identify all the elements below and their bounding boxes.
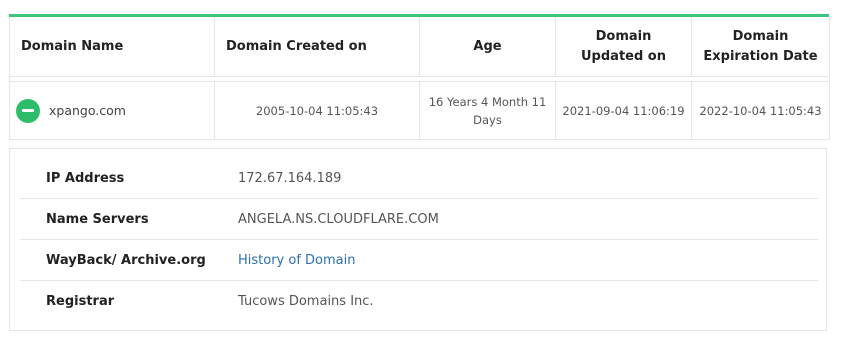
cell-expires: 2022-10-04 11:05:43 [691,81,830,140]
header-created-on: Domain Created on [214,17,420,77]
table-header-row: Domain Name Domain Created on Age Domain… [9,17,830,77]
cell-domain-name: xpango.com [9,81,215,140]
domain-name-text: xpango.com [49,102,126,118]
header-updated-on-line2: Updated on [581,48,666,64]
header-expiration-line1: Domain [732,28,789,44]
detail-value: ANGELA.NS.CLOUDFLARE.COM [238,211,439,227]
minus-circle-icon[interactable] [16,98,40,123]
header-expiration-line2: Expiration Date [703,48,818,64]
cell-created: 2005-10-04 11:05:43 [214,81,420,140]
domain-table: Domain Name Domain Created on Age Domain… [9,17,830,140]
history-of-domain-link[interactable]: History of Domain [238,253,356,268]
domain-details-panel: IP Address 172.67.164.189 Name Servers A… [9,148,827,331]
detail-row-wayback: WayBack/ Archive.org History of Domain [20,240,818,281]
detail-label: IP Address [46,170,125,186]
detail-value: 172.67.164.189 [238,170,342,186]
detail-label: Name Servers [46,211,149,227]
detail-value: Tucows Domains Inc. [238,294,374,309]
header-expiration: Domain Expiration Date [691,17,830,77]
detail-row-name-servers: Name Servers ANGELA.NS.CLOUDFLARE.COM [20,199,818,240]
header-domain-name: Domain Name [9,17,215,77]
header-updated-on: Domain Updated on [555,17,692,77]
detail-row-ip-address: IP Address 172.67.164.189 [20,158,818,199]
header-updated-on-line1: Domain [595,28,652,44]
whois-table-container: Domain Name Domain Created on Age Domain… [9,14,830,140]
detail-label: Registrar [46,294,115,309]
table-row: xpango.com 2005-10-04 11:05:43 16 Years … [9,81,830,140]
header-age: Age [419,17,556,77]
cell-age: 16 Years 4 Month 11 Days [419,81,556,140]
cell-updated: 2021-09-04 11:06:19 [555,81,692,140]
detail-label: WayBack/ Archive.org [46,252,206,268]
detail-row-registrar: Registrar Tucows Domains Inc. [20,281,818,322]
